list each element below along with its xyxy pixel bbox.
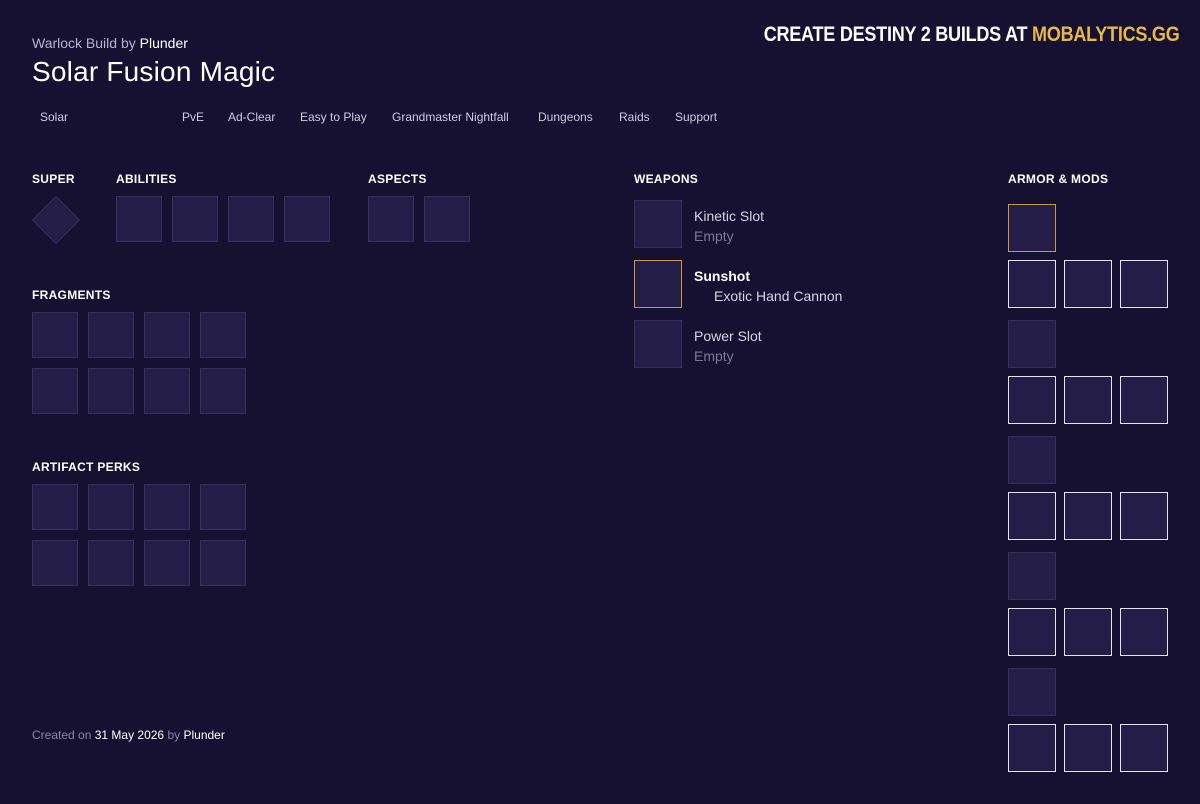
energy-weapon-type: Exotic Hand Cannon [714, 288, 843, 304]
energy-weapon-slot[interactable] [634, 260, 682, 308]
artifact-perk-slot[interactable] [200, 540, 246, 586]
fragment-slot[interactable] [200, 368, 246, 414]
super-label: SUPER [32, 172, 75, 186]
ability-slot[interactable] [116, 196, 162, 242]
created-by-label: by [167, 728, 181, 742]
armor-mods-label: ARMOR & MODS [1008, 172, 1109, 186]
armor-mod-slot[interactable] [1008, 376, 1056, 424]
tag-grandmaster-nightfall: Grandmaster Nightfall [392, 110, 509, 124]
artifact-perk-slot[interactable] [88, 540, 134, 586]
fragment-slot[interactable] [88, 368, 134, 414]
tag-solar: Solar [40, 110, 69, 124]
fragment-slot[interactable] [32, 368, 78, 414]
promo-banner[interactable]: CREATE DESTINY 2 BUILDS AT MOBALYTICS.GG [764, 23, 1180, 47]
armor-mod-slot[interactable] [1120, 724, 1168, 772]
power-weapon-status: Empty [694, 348, 734, 364]
armor-mod-slot[interactable] [1064, 608, 1112, 656]
artifact-perk-slot[interactable] [88, 484, 134, 530]
kinetic-weapon-status: Empty [694, 228, 734, 244]
promo-brand[interactable]: MOBALYTICS.GG [1032, 23, 1180, 46]
armor-mod-slot[interactable] [1120, 608, 1168, 656]
fragment-slot[interactable] [200, 312, 246, 358]
power-weapon-name: Power Slot [694, 328, 762, 344]
build-byline: Warlock Build by Plunder [32, 35, 188, 51]
chest-armor-slot[interactable] [1008, 436, 1056, 484]
armor-mod-slot[interactable] [1064, 724, 1112, 772]
armor-mod-slot[interactable] [1064, 260, 1112, 308]
artifact-perks-label: ARTIFACT PERKS [32, 460, 141, 474]
build-class: Warlock Build [32, 35, 118, 51]
energy-weapon-name[interactable]: Sunshot [694, 268, 750, 284]
fragments-label: FRAGMENTS [32, 288, 111, 302]
artifact-perk-slot[interactable] [200, 484, 246, 530]
tag-support: Support [675, 110, 718, 124]
super-slot[interactable] [31, 195, 81, 245]
weapons-label: WEAPONS [634, 172, 699, 186]
fragment-slot[interactable] [144, 312, 190, 358]
aspect-slot[interactable] [424, 196, 470, 242]
class-item-armor-slot[interactable] [1008, 668, 1056, 716]
abilities-label: ABILITIES [116, 172, 177, 186]
tag-dungeons: Dungeons [538, 110, 593, 124]
tag-easy-to-play: Easy to Play [300, 110, 367, 124]
tag-pve: PvE [182, 110, 205, 124]
footer-author-link[interactable]: Plunder [183, 728, 224, 742]
fragment-slot[interactable] [88, 312, 134, 358]
author-link[interactable]: Plunder [140, 35, 188, 51]
tag-ad-clear: Ad-Clear [228, 110, 276, 124]
created-date: 31 May 2026 [94, 728, 165, 742]
ability-slot[interactable] [172, 196, 218, 242]
armor-mod-slot[interactable] [1064, 376, 1112, 424]
armor-mod-slot[interactable] [1008, 608, 1056, 656]
ability-slot[interactable] [284, 196, 330, 242]
aspect-slot[interactable] [368, 196, 414, 242]
artifact-perk-slot[interactable] [144, 484, 190, 530]
artifact-perk-slot[interactable] [144, 540, 190, 586]
aspects-label: ASPECTS [368, 172, 427, 186]
fragment-slot[interactable] [144, 368, 190, 414]
gauntlets-armor-slot[interactable] [1008, 320, 1056, 368]
artifact-perk-slot[interactable] [32, 484, 78, 530]
armor-mod-slot[interactable] [1064, 492, 1112, 540]
fragment-slot[interactable] [32, 312, 78, 358]
armor-mod-slot[interactable] [1008, 492, 1056, 540]
artifact-perk-slot[interactable] [32, 540, 78, 586]
kinetic-weapon-name: Kinetic Slot [694, 208, 765, 224]
created-footer: Created on 31 May 2026 by Plunder [32, 728, 225, 742]
created-on-label: Created on [32, 728, 92, 742]
promo-text: CREATE DESTINY 2 BUILDS AT [764, 23, 1028, 46]
armor-mod-slot[interactable] [1120, 492, 1168, 540]
armor-mod-slot[interactable] [1008, 260, 1056, 308]
ability-slot[interactable] [228, 196, 274, 242]
byline-by: by [120, 35, 136, 51]
armor-mod-slot[interactable] [1120, 260, 1168, 308]
legs-armor-slot[interactable] [1008, 552, 1056, 600]
armor-mod-slot[interactable] [1120, 376, 1168, 424]
page-title: Solar Fusion Magic [32, 56, 276, 87]
helmet-armor-slot[interactable] [1008, 204, 1056, 252]
power-weapon-slot[interactable] [634, 320, 682, 368]
armor-mod-slot[interactable] [1008, 724, 1056, 772]
kinetic-weapon-slot[interactable] [634, 200, 682, 248]
tag-raids: Raids [619, 110, 650, 124]
